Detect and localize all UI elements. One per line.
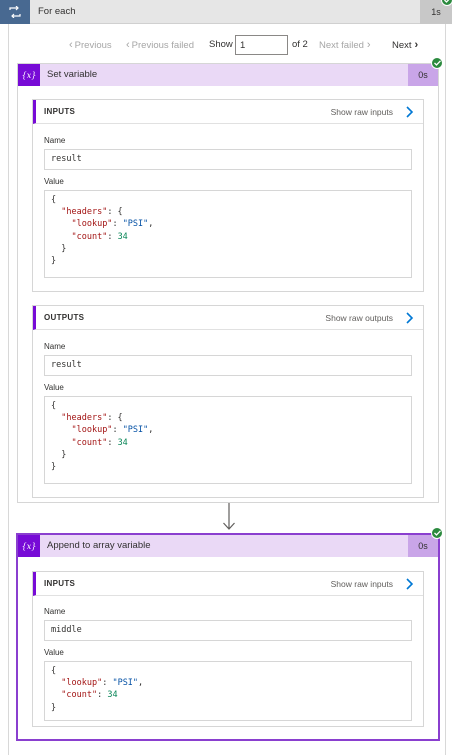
name-value: middle — [51, 625, 82, 635]
chevron-right-icon[interactable] — [401, 310, 417, 326]
code-line: "count": 34 — [71, 231, 128, 242]
append-array-header[interactable]: {x} Append to array variable 0s — [18, 535, 438, 557]
value-label: Value — [44, 383, 64, 392]
value-label: Value — [44, 177, 64, 186]
json-value: { "headers": { "lookup": "PSI", "count":… — [51, 400, 153, 473]
code-line: { — [51, 195, 57, 205]
code-line: { — [51, 401, 57, 411]
page-count: of 2 — [292, 39, 308, 50]
code-line: } — [51, 256, 57, 267]
set-variable-card[interactable]: {x} Set variable 0s INPUTS Show raw inpu… — [17, 63, 439, 503]
foreach-header[interactable]: For each 1s — [0, 0, 452, 24]
name-value: result — [51, 154, 82, 164]
variable-icon: {x} — [18, 535, 40, 557]
inputs-title: INPUTS — [44, 579, 76, 588]
chevron-right-icon[interactable] — [401, 576, 417, 592]
success-check-icon — [431, 527, 443, 539]
code-line: "count": 34 — [71, 437, 128, 448]
value-field: { "headers": { "lookup": "PSI", "count":… — [44, 396, 412, 484]
loop-icon — [0, 0, 30, 24]
name-value: result — [51, 360, 82, 370]
outputs-title: OUTPUTS — [44, 313, 85, 322]
append-array-title: Append to array variable — [47, 540, 151, 551]
name-label: Name — [44, 136, 66, 145]
iteration-input[interactable] — [235, 35, 288, 55]
code-line: } — [51, 702, 57, 713]
set-variable-header[interactable]: {x} Set variable 0s — [18, 64, 438, 86]
name-label: Name — [44, 342, 66, 351]
next-button[interactable]: Next › — [392, 34, 420, 57]
json-value: { "headers": { "lookup": "PSI", "count":… — [51, 194, 153, 267]
name-field: result — [44, 355, 412, 376]
outputs-panel: OUTPUTS Show raw outputs Name result Val… — [32, 305, 424, 498]
code-line: "lookup": "PSI", — [61, 678, 144, 689]
json-value: { "lookup": "PSI", "count": 34} — [51, 665, 143, 714]
append-array-card[interactable]: {x} Append to array variable 0s INPUTS S… — [16, 533, 440, 741]
code-line: } — [51, 462, 57, 473]
show-label: Show — [209, 39, 233, 50]
previous-failed-button[interactable]: ‹ Previous failed — [126, 34, 194, 57]
code-line: "headers": { — [61, 413, 123, 424]
set-variable-title: Set variable — [47, 69, 98, 80]
success-check-icon — [431, 57, 443, 69]
show-raw-inputs-link[interactable]: Show raw inputs — [331, 572, 393, 596]
next-failed-button[interactable]: Next failed › — [319, 34, 373, 57]
chevron-left-icon: ‹ — [126, 39, 130, 51]
chevron-left-icon: ‹ — [69, 39, 73, 51]
iteration-pager: ‹Previous ‹Previous failed Show of 2 Nex… — [0, 34, 452, 56]
previous-button[interactable]: ‹ Previous — [69, 34, 112, 57]
show-raw-outputs-link[interactable]: Show raw outputs — [325, 306, 393, 330]
code-line: "headers": { — [61, 207, 123, 218]
name-field: result — [44, 149, 412, 170]
variable-icon: {x} — [18, 64, 40, 86]
inputs-panel: INPUTS Show raw inputs Name result Value… — [32, 99, 424, 292]
inputs-title: INPUTS — [44, 107, 76, 116]
foreach-title: For each — [38, 6, 76, 17]
code-line: "lookup": "PSI", — [71, 219, 154, 230]
chevron-right-icon[interactable] — [401, 104, 417, 120]
code-line: { — [51, 666, 57, 676]
name-label: Name — [44, 607, 66, 616]
value-field: { "lookup": "PSI", "count": 34} — [44, 661, 412, 721]
name-field: middle — [44, 620, 412, 641]
value-field: { "headers": { "lookup": "PSI", "count":… — [44, 190, 412, 278]
code-line: "count": 34 — [61, 690, 118, 701]
value-label: Value — [44, 648, 64, 657]
down-arrow-icon — [223, 503, 235, 530]
show-raw-inputs-link[interactable]: Show raw inputs — [331, 100, 393, 124]
inputs-panel: INPUTS Show raw inputs Name middle Value… — [32, 571, 424, 727]
chevron-right-icon: › — [414, 39, 419, 51]
code-line: "lookup": "PSI", — [71, 425, 154, 436]
chevron-right-icon: › — [366, 39, 371, 51]
code-line: } — [51, 449, 67, 460]
code-line: } — [51, 243, 67, 254]
